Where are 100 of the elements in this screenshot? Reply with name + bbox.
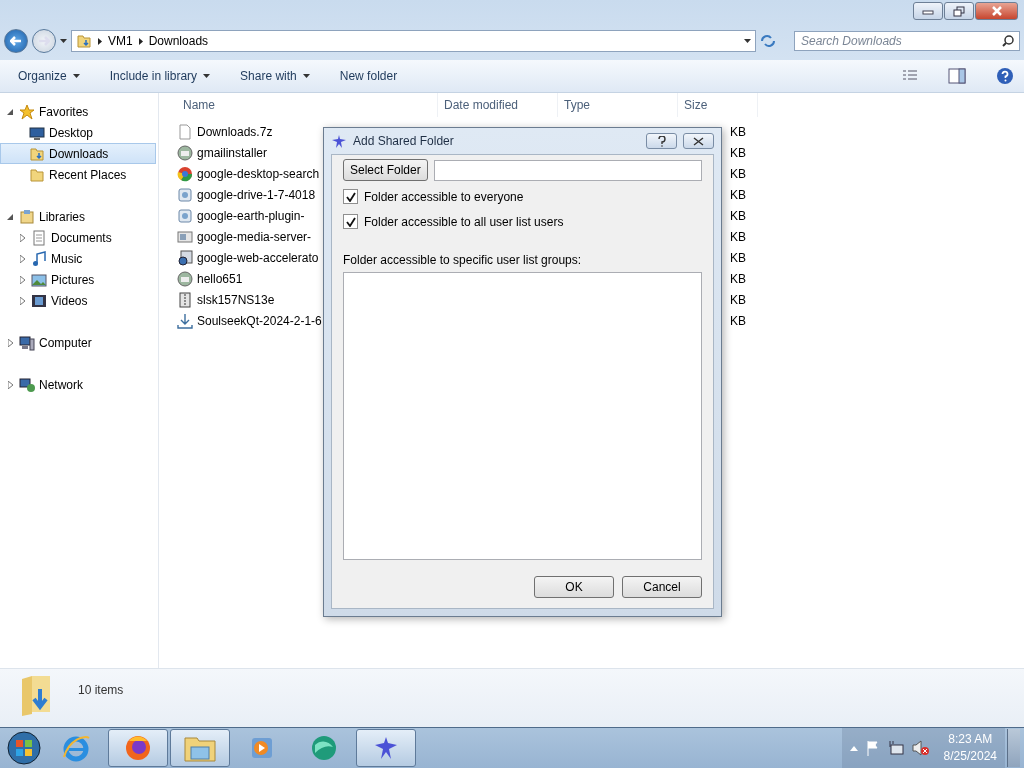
toolbar-button[interactable]: Organize xyxy=(18,69,80,83)
photo-icon xyxy=(31,271,47,288)
show-desktop-button[interactable] xyxy=(1007,729,1020,767)
select-folder-button[interactable]: Select Folder xyxy=(343,159,428,181)
file-size: KB xyxy=(729,313,746,328)
sidebar-item[interactable]: Network xyxy=(0,374,156,395)
folder-icon xyxy=(29,166,45,183)
sidebar-item[interactable]: Desktop xyxy=(0,122,156,143)
file-name[interactable]: gmailinstaller xyxy=(197,145,268,160)
close-icon xyxy=(990,6,1003,16)
checkmark-icon xyxy=(345,191,356,202)
network-icon xyxy=(19,376,35,393)
sidebar-label: Desktop xyxy=(49,125,94,140)
help-icon[interactable] xyxy=(996,67,1014,85)
refresh-icon[interactable] xyxy=(760,34,776,48)
help-button[interactable] xyxy=(646,133,677,149)
back-button[interactable] xyxy=(4,29,28,53)
sidebar-item[interactable]: Computer xyxy=(0,332,156,353)
flag-icon[interactable] xyxy=(865,740,880,756)
file-name[interactable]: slsk157NS13e xyxy=(197,292,275,307)
sidebar-item[interactable]: Pictures xyxy=(0,269,156,290)
column-header[interactable]: Name xyxy=(183,98,215,112)
taskbar-app[interactable] xyxy=(356,729,416,767)
file-name[interactable]: google-earth-plugin- xyxy=(197,208,305,223)
breadcrumb[interactable]: Downloads xyxy=(148,34,209,48)
column-header[interactable]: Date modified xyxy=(444,98,519,112)
monitor-icon xyxy=(29,124,45,141)
sidebar-label: Network xyxy=(39,377,83,392)
installer-icon xyxy=(177,207,193,224)
search-field[interactable]: Search Downloads xyxy=(794,31,1020,51)
folder-icon xyxy=(29,145,45,162)
checkbox[interactable] xyxy=(343,214,358,229)
speaker-muted-icon[interactable] xyxy=(911,740,930,756)
sidebar-item[interactable]: Music xyxy=(0,248,156,269)
file-size: KB xyxy=(729,271,746,286)
file-name[interactable]: google-web-accelerato xyxy=(197,250,319,265)
minimize-button[interactable] xyxy=(913,2,943,20)
taskbar-app[interactable] xyxy=(108,729,168,767)
download-icon xyxy=(177,312,193,329)
sidebar-label: Documents xyxy=(51,230,112,245)
sidebar-item[interactable]: Documents xyxy=(0,227,156,248)
item-count: 10 items xyxy=(78,683,124,697)
film-icon xyxy=(31,292,47,309)
sidebar-item[interactable]: Recent Places xyxy=(0,164,156,185)
library-icon xyxy=(19,208,35,225)
file-name[interactable]: google-drive-1-7-4018 xyxy=(197,187,316,202)
file-name[interactable]: SoulseekQt-2024-2-1-6 xyxy=(197,313,322,328)
file-size: KB xyxy=(729,250,746,265)
taskbar-app[interactable] xyxy=(170,729,230,767)
caret-icon xyxy=(60,39,67,43)
start-orb-icon[interactable] xyxy=(4,730,44,766)
breadcrumb-arrow-icon xyxy=(98,37,102,45)
toolbar-button[interactable]: Share with xyxy=(240,69,310,83)
globe-icon xyxy=(177,270,193,287)
file-size: KB xyxy=(729,292,746,307)
file-size: KB xyxy=(729,145,746,160)
window-icon xyxy=(177,228,193,245)
address-bar[interactable]: VM1 Downloads xyxy=(71,30,756,52)
collapsed-arrow-icon xyxy=(19,254,25,263)
sidebar-item[interactable]: Favorites xyxy=(0,101,156,122)
globe-icon xyxy=(177,144,193,161)
star-icon xyxy=(19,103,35,120)
sidebar-item[interactable]: Videos xyxy=(0,290,156,311)
sidebar-label: Pictures xyxy=(51,272,95,287)
checkbox[interactable] xyxy=(343,189,358,204)
checkbox-label: Folder accessible to everyone xyxy=(364,189,524,204)
sidebar-label: Favorites xyxy=(39,104,89,119)
file-name[interactable]: google-media-server- xyxy=(197,229,312,244)
sidebar-item[interactable]: Libraries xyxy=(0,206,156,227)
close-button[interactable] xyxy=(683,133,714,149)
document-icon xyxy=(177,123,193,140)
toolbar-button[interactable]: New folder xyxy=(339,69,398,83)
file-name[interactable]: google-desktop-search xyxy=(197,166,320,181)
folder-field[interactable] xyxy=(433,159,702,181)
breadcrumb[interactable]: VM1 xyxy=(108,34,133,48)
toolbar-button[interactable]: Include in library xyxy=(109,69,211,83)
file-name[interactable]: hello651 xyxy=(197,271,243,286)
close-button[interactable] xyxy=(975,2,1018,20)
sidebar-label: Computer xyxy=(39,335,92,350)
collapsed-arrow-icon xyxy=(19,233,25,242)
forward-button[interactable] xyxy=(32,29,56,53)
network-icon[interactable] xyxy=(887,740,904,756)
column-header[interactable]: Type xyxy=(564,98,590,112)
caret-icon xyxy=(744,39,751,43)
groups-label: Folder accessible to specific user list groups: xyxy=(343,253,583,267)
sidebar-item[interactable]: Downloads xyxy=(0,143,156,164)
restore-icon xyxy=(953,5,965,17)
dialog-button[interactable]: Cancel xyxy=(622,576,702,598)
collapsed-arrow-icon xyxy=(19,296,25,305)
sidebar-label: Libraries xyxy=(39,209,86,224)
column-header[interactable]: Size xyxy=(684,98,708,112)
file-size: KB xyxy=(729,229,746,244)
breadcrumb-arrow-icon xyxy=(138,37,143,45)
tray-arrow-icon[interactable] xyxy=(849,745,858,751)
restore-button[interactable] xyxy=(944,2,974,20)
dialog-button[interactable]: OK xyxy=(534,576,614,598)
file-name[interactable]: Downloads.7z xyxy=(197,124,273,139)
preview-pane-icon[interactable] xyxy=(948,68,966,84)
view-list-icon[interactable] xyxy=(902,69,918,83)
file-size: KB xyxy=(729,187,746,202)
